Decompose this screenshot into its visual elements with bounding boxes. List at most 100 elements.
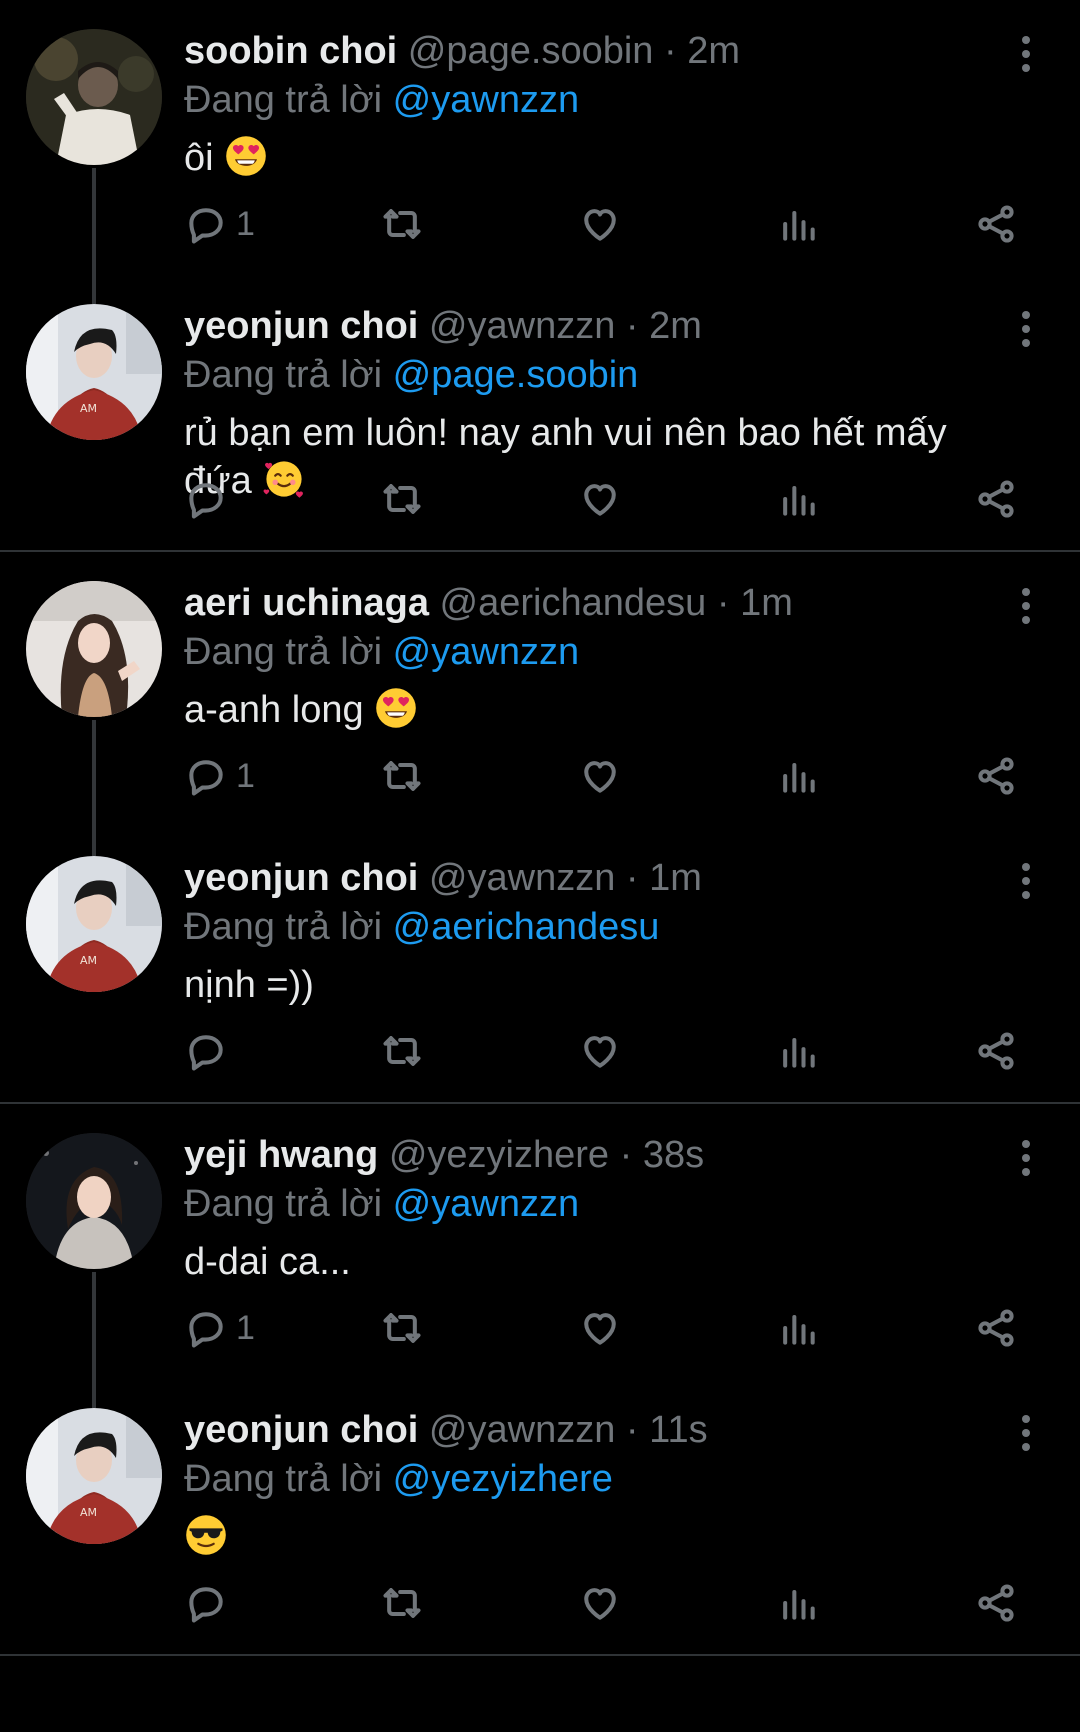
tweet[interactable]: AM yeonjun choi @yawnzzn · 1m Đang trả l… — [0, 827, 1080, 1102]
author-handle[interactable]: @page.soobin — [408, 30, 654, 72]
reply-mention[interactable]: @page.soobin — [393, 354, 639, 396]
timestamp[interactable]: 1m — [649, 857, 702, 899]
tweet-body: yeonjun choi @yawnzzn · 11s Đang trả lời… — [184, 1405, 1020, 1561]
avatar[interactable]: AM — [26, 856, 162, 992]
avatar[interactable] — [26, 581, 162, 717]
retweet-button[interactable] — [380, 1580, 424, 1626]
like-button[interactable] — [578, 1305, 622, 1351]
tweet-text: a-anh long — [184, 686, 984, 734]
reply-button[interactable]: 1 — [184, 1305, 255, 1351]
tweet-header: yeji hwang @yezyizhere · 38s — [184, 1130, 1020, 1180]
author-handle[interactable]: @yawnzzn — [429, 857, 615, 899]
like-icon — [578, 202, 622, 246]
author-name[interactable]: yeonjun choi — [184, 1409, 418, 1451]
views-button[interactable] — [776, 476, 820, 522]
like-button[interactable] — [578, 476, 622, 522]
author-name[interactable]: aeri uchinaga — [184, 582, 429, 624]
share-icon — [974, 1581, 1018, 1625]
timestamp[interactable]: 1m — [740, 582, 793, 624]
views-button[interactable] — [776, 1580, 820, 1626]
reply-button[interactable] — [184, 1580, 228, 1626]
share-button[interactable] — [974, 753, 1018, 799]
views-icon — [776, 1029, 820, 1073]
reply-icon — [184, 1581, 228, 1625]
views-icon — [776, 477, 820, 521]
reply-mention[interactable]: @yawnzzn — [393, 79, 579, 121]
tweet-text-content: d-dai ca... — [184, 1241, 351, 1283]
reply-count: 1 — [236, 1308, 255, 1347]
author-handle[interactable]: @yawnzzn — [429, 305, 615, 347]
avatar[interactable]: AM — [26, 1408, 162, 1544]
views-button[interactable] — [776, 201, 820, 247]
replying-to-label: Đang trả lời — [184, 1458, 383, 1500]
reply-mention[interactable]: @yezyizhere — [393, 1458, 613, 1500]
timestamp[interactable]: 11s — [649, 1409, 707, 1451]
svg-text:AM: AM — [80, 954, 97, 967]
avatar[interactable] — [26, 29, 162, 165]
reply-button[interactable]: 1 — [184, 753, 255, 799]
reply-count: 1 — [236, 756, 255, 795]
retweet-icon — [380, 477, 424, 521]
more-options-icon[interactable] — [1022, 1415, 1030, 1451]
tweet[interactable]: soobin choi @page.soobin · 2m Đang trả l… — [0, 0, 1080, 304]
tweet[interactable]: aeri uchinaga @aerichandesu · 1m Đang tr… — [0, 552, 1080, 856]
avatar[interactable]: AM — [26, 304, 162, 440]
author-name[interactable]: soobin choi — [184, 30, 397, 72]
reply-mention[interactable]: @yawnzzn — [393, 1183, 579, 1225]
tweet-text: d-dai ca... — [184, 1238, 984, 1286]
like-icon — [578, 477, 622, 521]
tweet-body: yeonjun choi @yawnzzn · 2m Đang trả lời … — [184, 301, 1020, 505]
like-button[interactable] — [578, 201, 622, 247]
retweet-button[interactable] — [380, 201, 424, 247]
author-name[interactable]: yeonjun choi — [184, 305, 418, 347]
share-button[interactable] — [974, 201, 1018, 247]
reply-button[interactable] — [184, 476, 228, 522]
retweet-button[interactable] — [380, 476, 424, 522]
timestamp[interactable]: 2m — [649, 305, 702, 347]
tweet-text: nịnh =)) — [184, 961, 984, 1009]
more-options-icon[interactable] — [1022, 36, 1030, 72]
share-button[interactable] — [974, 1580, 1018, 1626]
author-handle[interactable]: @yawnzzn — [429, 1409, 615, 1451]
reply-mention[interactable]: @aerichandesu — [393, 906, 660, 948]
reply-icon — [184, 754, 228, 798]
more-options-icon[interactable] — [1022, 311, 1030, 347]
share-button[interactable] — [974, 476, 1018, 522]
more-options-icon[interactable] — [1022, 863, 1030, 899]
author-name[interactable]: yeji hwang — [184, 1134, 378, 1176]
reply-mention[interactable]: @yawnzzn — [393, 631, 579, 673]
tweet[interactable]: yeji hwang @yezyizhere · 38s Đang trả lờ… — [0, 1104, 1080, 1408]
tweet-actions — [184, 1580, 1024, 1626]
reply-button[interactable]: 1 — [184, 201, 255, 247]
timestamp[interactable]: 38s — [643, 1134, 704, 1176]
like-button[interactable] — [578, 1580, 622, 1626]
like-button[interactable] — [578, 1028, 622, 1074]
views-button[interactable] — [776, 753, 820, 799]
more-options-icon[interactable] — [1022, 1140, 1030, 1176]
tweet[interactable]: AM yeonjun choi @yawnzzn · 2m Đang trả l… — [0, 275, 1080, 550]
author-handle[interactable]: @yezyizhere — [389, 1134, 609, 1176]
timestamp[interactable]: 2m — [687, 30, 740, 72]
share-button[interactable] — [974, 1305, 1018, 1351]
like-icon — [578, 1581, 622, 1625]
views-button[interactable] — [776, 1305, 820, 1351]
tweet[interactable]: AM yeonjun choi @yawnzzn · 11s Đang trả … — [0, 1379, 1080, 1654]
views-button[interactable] — [776, 1028, 820, 1074]
like-button[interactable] — [578, 753, 622, 799]
retweet-button[interactable] — [380, 753, 424, 799]
avatar[interactable] — [26, 1133, 162, 1269]
more-options-icon[interactable] — [1022, 588, 1030, 624]
heart-eyes-emoji-icon — [374, 686, 418, 730]
reply-icon — [184, 202, 228, 246]
replying-to-label: Đang trả lời — [184, 906, 383, 948]
author-handle[interactable]: @aerichandesu — [440, 582, 707, 624]
reply-button[interactable] — [184, 1028, 228, 1074]
author-name[interactable]: yeonjun choi — [184, 857, 418, 899]
replying-to: Đang trả lời @yawnzzn — [184, 76, 1020, 124]
retweet-button[interactable] — [380, 1305, 424, 1351]
tweet-header: yeonjun choi @yawnzzn · 11s — [184, 1405, 1020, 1455]
share-button[interactable] — [974, 1028, 1018, 1074]
retweet-button[interactable] — [380, 1028, 424, 1074]
heart-eyes-emoji-icon — [224, 134, 268, 178]
reply-icon — [184, 1029, 228, 1073]
